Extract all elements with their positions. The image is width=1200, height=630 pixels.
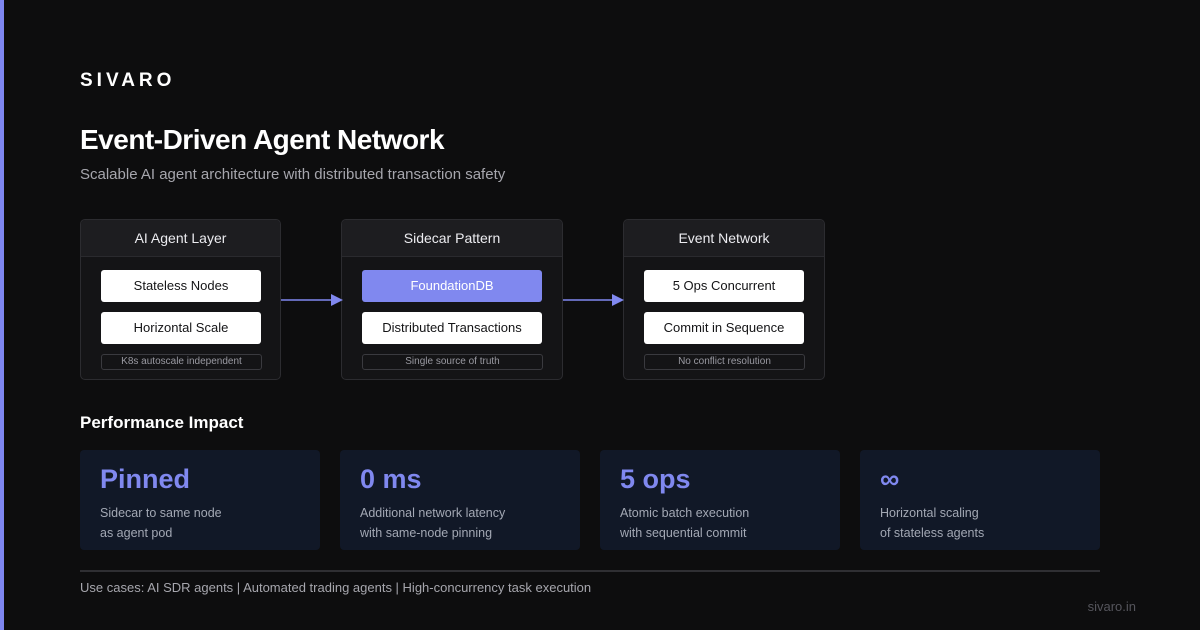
metric-value: 0 ms	[360, 464, 422, 494]
metric-desc-line: with same-node pinning	[360, 526, 493, 540]
metric-desc-line: Additional network latency	[360, 506, 506, 520]
arrow-sidecar-to-event	[563, 294, 624, 306]
metric-card-scaling: ∞ Horizontal scaling of stateless agents	[860, 450, 1100, 550]
use-cases-text: Use cases: AI SDR agents | Automated tra…	[80, 580, 592, 595]
arrow-agent-to-sidecar	[281, 294, 343, 306]
metric-value: ∞	[880, 464, 900, 494]
metric-value: Pinned	[100, 464, 191, 494]
metric-card-pinned: Pinned Sidecar to same node as agent pod	[80, 450, 320, 550]
metric-value: 5 ops	[620, 464, 691, 494]
metric-description: Sidecar to same node as agent pod	[100, 503, 222, 543]
metric-desc-line: Horizontal scaling	[880, 506, 979, 520]
metric-desc-line: Sidecar to same node	[100, 506, 222, 520]
metric-desc-line: with sequential commit	[620, 526, 747, 540]
metric-description: Atomic batch execution with sequential c…	[620, 503, 749, 543]
metric-desc-line: of stateless agents	[880, 526, 985, 540]
metric-card-ops: 5 ops Atomic batch execution with sequen…	[600, 450, 840, 550]
metric-desc-line: as agent pod	[100, 526, 173, 540]
divider	[80, 570, 1100, 572]
performance-title: Performance Impact	[80, 413, 244, 432]
metric-card-latency: 0 ms Additional network latency with sam…	[340, 450, 580, 550]
footer-url: sivaro.in	[1087, 599, 1136, 614]
metric-desc-line: Atomic batch execution	[620, 506, 750, 520]
metric-description: Additional network latency with same-nod…	[360, 503, 505, 543]
metric-description: Horizontal scaling of stateless agents	[880, 503, 984, 543]
